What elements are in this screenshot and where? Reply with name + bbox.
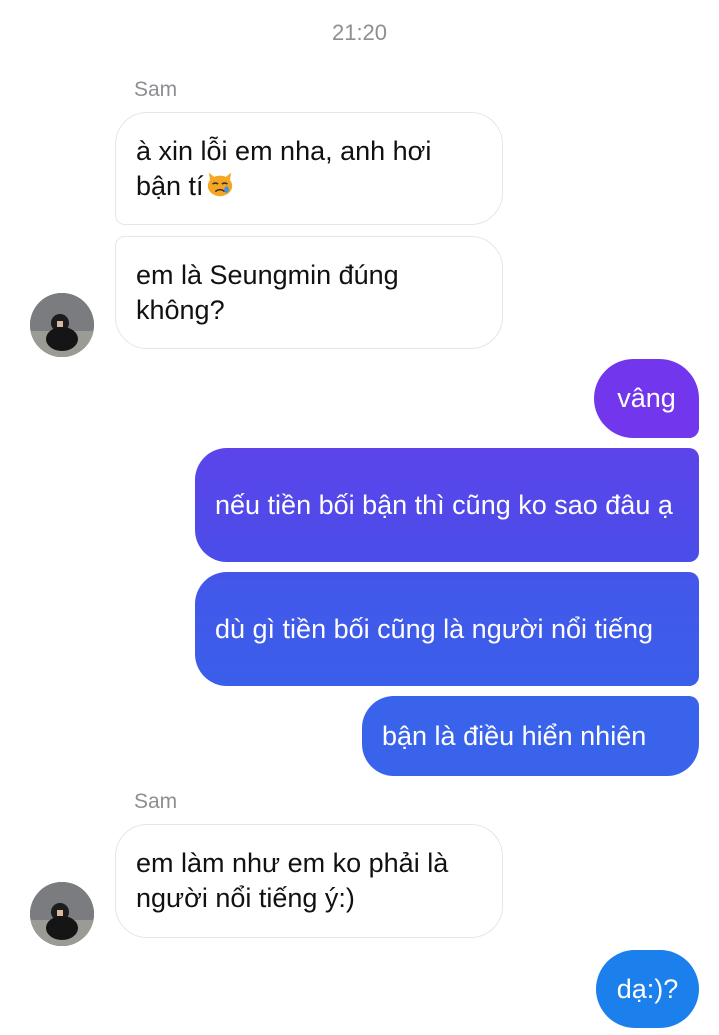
- incoming-message-bubble[interactable]: à xin lỗi em nha, anh hơi bận tí: [115, 112, 503, 225]
- avatar-photo: [30, 882, 94, 946]
- outgoing-message-bubble[interactable]: dù gì tiền bối cũng là người nổi tiếng: [195, 572, 699, 686]
- incoming-message-bubble[interactable]: em làm như em ko phải là người nổi tiếng…: [115, 824, 503, 938]
- contact-avatar[interactable]: [30, 293, 94, 357]
- sender-name: Sam: [134, 78, 178, 101]
- message-text: dạ:)?: [616, 973, 679, 1004]
- outgoing-message-bubble[interactable]: vâng: [594, 359, 699, 438]
- outgoing-message-bubble[interactable]: dạ:)?: [596, 950, 699, 1028]
- outgoing-message-bubble[interactable]: nếu tiền bối bận thì cũng ko sao đâu ạ: [195, 448, 699, 562]
- crying-cat-face-icon: [207, 172, 232, 196]
- incoming-message-bubble[interactable]: em là Seungmin đúng không?: [115, 236, 503, 349]
- message-text: nếu tiền bối bận thì cũng ko sao đâu ạ: [215, 489, 673, 520]
- message-text: em làm như em ko phải là người nổi tiếng…: [136, 848, 449, 913]
- sender-name: Sam: [134, 790, 178, 813]
- message-timestamp: 21:20: [331, 20, 388, 45]
- message-text: dù gì tiền bối cũng là người nổi tiếng: [215, 613, 654, 644]
- outgoing-message-bubble[interactable]: bận là điều hiển nhiên: [362, 696, 699, 776]
- message-text: à xin lỗi em nha, anh hơi bận tí: [136, 135, 432, 201]
- message-text: bận là điều hiển nhiên: [382, 720, 647, 751]
- contact-avatar[interactable]: [30, 882, 94, 946]
- message-text: vâng: [617, 383, 676, 413]
- message-text: em là Seungmin đúng không?: [136, 259, 399, 325]
- avatar-photo: [30, 293, 94, 357]
